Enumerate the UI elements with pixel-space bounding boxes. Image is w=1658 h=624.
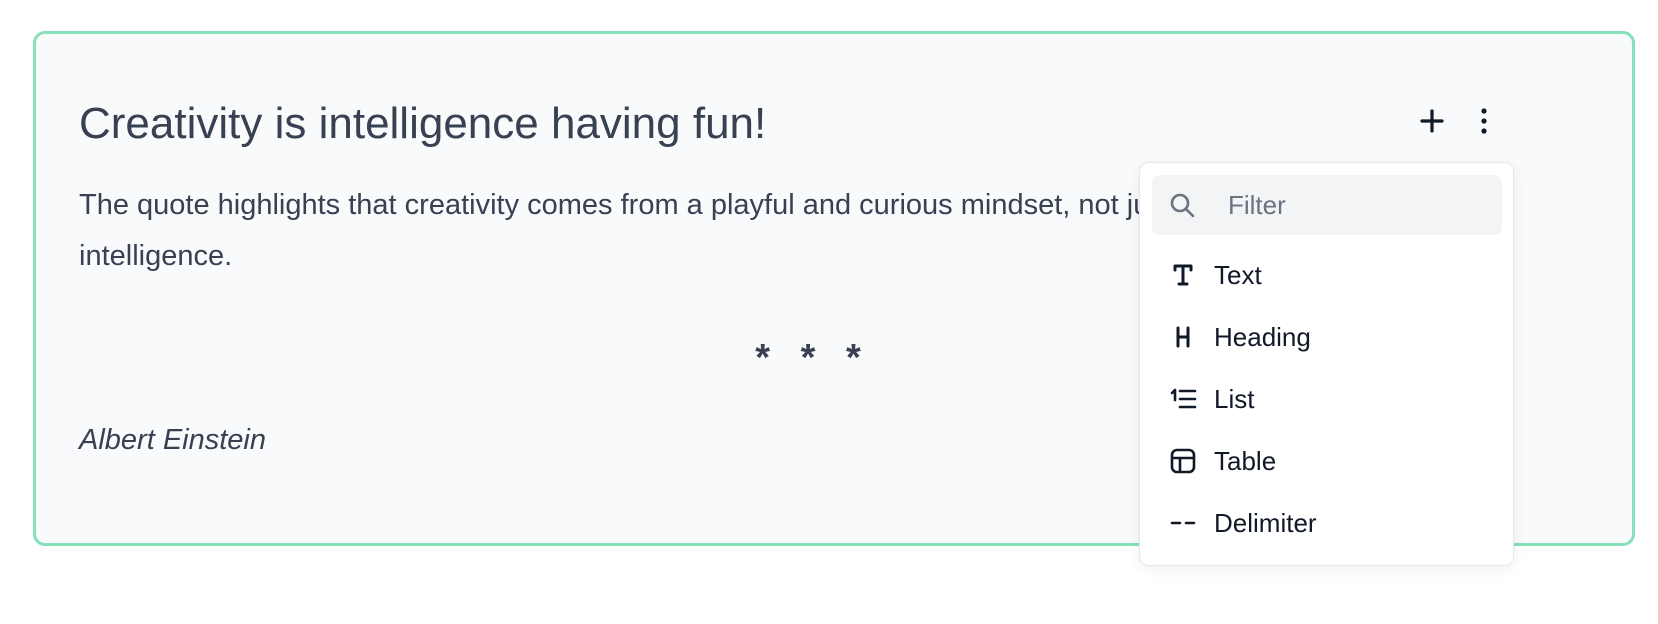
- plus-icon: [1420, 109, 1444, 133]
- block-type-list: Text Heading List Table Delimiter: [1140, 244, 1513, 554]
- quote-author[interactable]: Albert Einstein: [79, 420, 266, 460]
- add-block-button[interactable]: [1412, 101, 1452, 141]
- list-icon: [1168, 384, 1198, 414]
- menu-item-table[interactable]: Table: [1140, 430, 1513, 492]
- menu-item-text[interactable]: Text: [1140, 244, 1513, 306]
- filter-input[interactable]: [1226, 188, 1490, 222]
- text-icon: [1168, 260, 1198, 290]
- table-icon: [1168, 446, 1198, 476]
- menu-item-label: Delimiter: [1214, 507, 1317, 538]
- heading-icon: [1168, 322, 1198, 352]
- more-vertical-icon: [1481, 108, 1487, 134]
- delimiter-icon: [1168, 508, 1198, 538]
- menu-item-list[interactable]: List: [1140, 368, 1513, 430]
- filter-box[interactable]: [1152, 175, 1502, 235]
- block-settings-button[interactable]: [1464, 101, 1504, 141]
- menu-item-label: Text: [1214, 259, 1262, 290]
- block-type-menu: Text Heading List: [1139, 162, 1514, 566]
- quote-paragraph[interactable]: The quote highlights that creativity com…: [79, 180, 1219, 282]
- menu-item-label: List: [1214, 383, 1255, 414]
- search-icon: [1168, 191, 1196, 219]
- menu-item-label: Heading: [1214, 321, 1311, 352]
- quote-heading[interactable]: Creativity is intelligence having fun!: [79, 96, 766, 152]
- menu-item-heading[interactable]: Heading: [1140, 306, 1513, 368]
- menu-item-label: Table: [1214, 445, 1277, 476]
- menu-item-delimiter[interactable]: Delimiter: [1140, 492, 1513, 554]
